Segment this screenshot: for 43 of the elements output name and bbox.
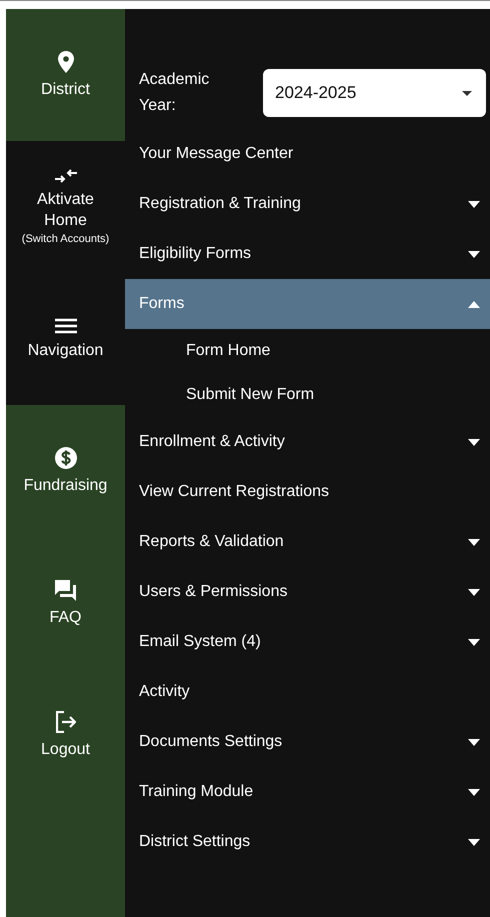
rail-item[interactable]: Navigation [6, 273, 125, 405]
caret-down-icon [468, 250, 480, 258]
rail-label[interactable]: Logout [20, 738, 110, 760]
location-pin-icon [58, 50, 74, 72]
menu-item[interactable]: Enrollment & Activity [125, 417, 490, 467]
caret-down-icon [468, 738, 480, 746]
academic-year-label: Academic Year: [139, 70, 210, 116]
dropdown-caret-icon [462, 90, 472, 96]
academic-year-select[interactable]: 2024-2025 [263, 69, 486, 117]
rail-label[interactable]: Navigation [20, 340, 110, 360]
rail-sublabel[interactable]: (Switch Accounts) [22, 233, 110, 245]
menu-item[interactable]: View Current Registrations [125, 467, 490, 517]
caret-up-icon [468, 300, 480, 308]
arrows-icon [54, 169, 76, 183]
caret-down-icon [468, 588, 480, 596]
rail-item[interactable]: Aktivate Home (Switch Accounts) [6, 141, 125, 273]
submenu-item[interactable]: Form Home [125, 329, 490, 373]
menu-item[interactable]: Eligibility Forms [125, 229, 490, 279]
menu-item[interactable]: Registration & Training [125, 179, 490, 229]
menu-item[interactable]: Email System (4) [125, 617, 490, 667]
caret-down-icon [468, 438, 480, 446]
menu-icon [54, 318, 76, 334]
rail-label[interactable]: District [20, 78, 110, 100]
menu-item[interactable]: Reports & Validation [125, 517, 490, 567]
menu-item[interactable]: District Settings [125, 817, 490, 867]
caret-down-icon [468, 538, 480, 546]
menu-item[interactable]: Documents Settings [125, 717, 490, 767]
menu-item[interactable]: Your Message Center [125, 129, 490, 179]
caret-down-icon [468, 638, 480, 646]
rail-label[interactable]: Aktivate Home [20, 189, 110, 231]
menu-item[interactable]: Activity [125, 667, 490, 717]
chat-icon [54, 578, 76, 600]
submenu-item[interactable]: Submit New Form [125, 373, 490, 417]
caret-down-icon [468, 838, 480, 846]
caret-down-icon [468, 788, 480, 796]
caret-down-icon [468, 200, 480, 208]
dollar-icon [54, 446, 76, 468]
menu-item[interactable]: Forms [125, 279, 490, 329]
menu-item[interactable]: Training Module [125, 767, 490, 817]
logout-icon [56, 710, 76, 732]
menu-item[interactable]: Users & Permissions [125, 567, 490, 617]
rail-label[interactable]: Fundraising [20, 474, 110, 496]
rail-label[interactable]: FAQ [20, 606, 110, 628]
